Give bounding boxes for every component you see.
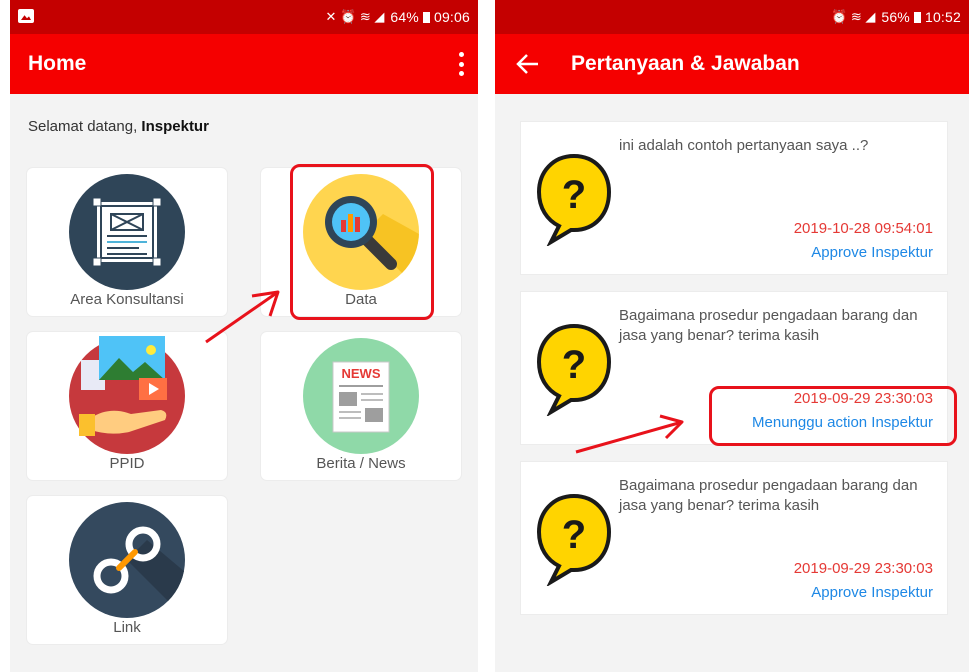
battery-level: 64%	[390, 9, 419, 25]
welcome-prefix: Selamat datang,	[28, 118, 142, 135]
status-bar: ✕ ⏰ ≋ ◢ 64% 09:06	[10, 0, 478, 34]
annotation-arrow-left	[205, 290, 280, 344]
qa-screen: ⏰ ≋ ◢ 56% 10:52 Pertanyaan & Jawaban ? i…	[495, 0, 969, 672]
tile-area-konsultansi[interactable]: Area Konsultansi	[27, 168, 227, 316]
highlight-box-data	[290, 164, 434, 320]
question-bubble-icon: ?	[536, 323, 612, 416]
svg-text:?: ?	[562, 513, 586, 557]
question-status: Approve Inspektur	[811, 244, 933, 261]
clock: 09:06	[433, 9, 470, 25]
page-title: Home	[28, 52, 87, 75]
page-title: Pertanyaan & Jawaban	[571, 52, 800, 75]
tile-label: Link	[113, 619, 141, 636]
user-name: Inspektur	[141, 118, 209, 135]
question-bubble-icon: ?	[536, 493, 612, 586]
battery-icon	[422, 11, 430, 23]
highlight-box-status	[709, 386, 957, 446]
battery-level: 56%	[881, 9, 910, 25]
tile-label: Area Konsultansi	[70, 291, 184, 308]
tile-label: Berita / News	[316, 455, 406, 472]
welcome-text: Selamat datang, Inspektur	[28, 118, 209, 135]
clock: 10:52	[924, 9, 961, 25]
question-card[interactable]: ? Bagaimana prosedur pengadaan barang da…	[521, 462, 947, 614]
gallery-icon	[18, 9, 34, 23]
media-hand-icon	[69, 336, 185, 454]
question-date: 2019-10-28 09:54:01	[793, 220, 933, 237]
status-bar: ⏰ ≋ ◢ 56% 10:52	[495, 0, 969, 34]
blueprint-icon	[69, 174, 185, 290]
overflow-menu-icon[interactable]	[458, 52, 464, 76]
question-text: Bagaimana prosedur pengadaan barang dan …	[619, 477, 918, 514]
app-bar: Pertanyaan & Jawaban	[495, 34, 969, 94]
app-bar: Home	[10, 34, 478, 94]
tile-ppid[interactable]: PPID	[27, 332, 227, 480]
question-date: 2019-09-29 23:30:03	[793, 560, 933, 577]
question-card[interactable]: ? ini adalah contoh pertanyaan saya ..? …	[521, 122, 947, 274]
question-status: Approve Inspektur	[811, 584, 933, 601]
status-icons: ✕ ⏰ ≋ ◢	[325, 9, 385, 24]
battery-icon	[913, 11, 921, 23]
tile-link[interactable]: Link	[27, 496, 227, 644]
tile-berita-news[interactable]: NEWS Berita / News	[261, 332, 461, 480]
annotation-arrow-right	[575, 414, 684, 454]
chain-link-icon	[69, 502, 185, 618]
question-text: ini adalah contoh pertanyaan saya ..?	[619, 137, 869, 154]
news-badge: NEWS	[342, 366, 381, 381]
newspaper-icon: NEWS	[303, 338, 419, 454]
tile-label: PPID	[109, 455, 145, 472]
question-bubble-icon: ?	[536, 153, 612, 246]
svg-text:?: ?	[562, 343, 586, 387]
back-arrow-icon[interactable]	[515, 51, 541, 77]
status-icons: ⏰ ≋ ◢	[831, 9, 876, 24]
question-text: Bagaimana prosedur pengadaan barang dan …	[619, 307, 918, 344]
svg-text:?: ?	[562, 173, 586, 217]
